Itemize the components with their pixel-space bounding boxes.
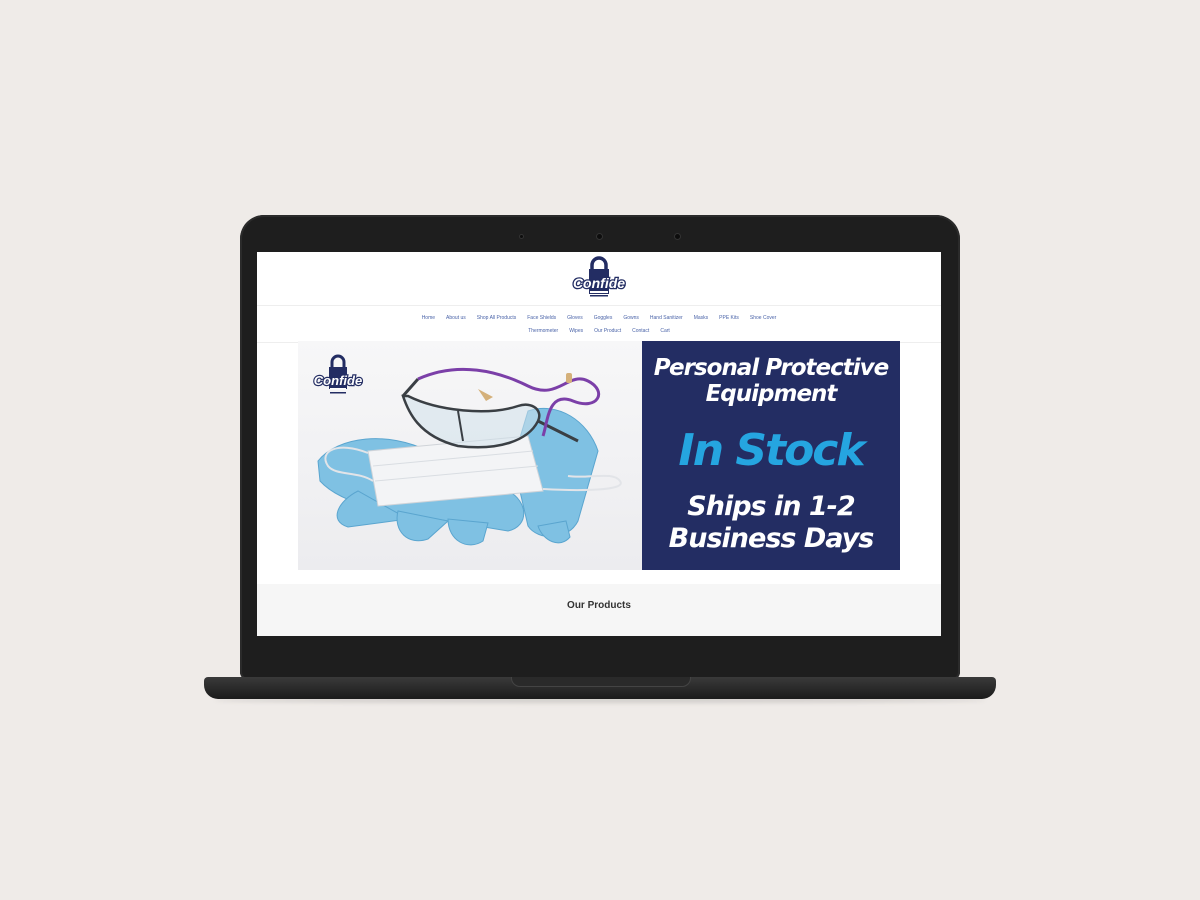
nav-ppe-kits[interactable]: PPE Kits <box>719 315 739 321</box>
hero-headline-in-stock: In Stock <box>678 425 865 476</box>
hero-banner[interactable]: Confide Personal Protective Equipment In… <box>298 341 900 570</box>
sensor-dot <box>675 234 680 239</box>
ppe-illustration: Confide <box>313 354 622 546</box>
sensor-dot <box>520 235 523 238</box>
nav-thermometer[interactable]: Thermometer <box>528 328 558 334</box>
browser-viewport[interactable]: Confide Home About us Shop All Products … <box>257 252 941 636</box>
nav-face-shields[interactable]: Face Shields <box>527 315 556 321</box>
ppe-product-photo: Confide <box>298 341 642 570</box>
main-nav: Home About us Shop All Products Face Shi… <box>257 306 941 343</box>
nav-home[interactable]: Home <box>422 315 435 321</box>
nav-shoe-cover[interactable]: Shoe Cover <box>750 315 776 321</box>
products-section: Our Products <box>257 584 941 636</box>
site-header: Confide <box>257 252 941 306</box>
nav-gloves[interactable]: Gloves <box>567 315 583 321</box>
nav-contact[interactable]: Contact <box>632 328 649 334</box>
nav-goggles[interactable]: Goggles <box>594 315 613 321</box>
laptop-base <box>204 677 996 699</box>
nav-wipes[interactable]: Wipes <box>569 328 583 334</box>
webcam-icon <box>597 234 602 239</box>
nav-row-primary: Home About us Shop All Products Face Shi… <box>422 315 777 321</box>
hero-text-panel: Personal Protective Equipment In Stock S… <box>642 341 900 570</box>
nav-our-product[interactable]: Our Product <box>594 328 621 334</box>
confide-logo-icon: Confide <box>572 256 627 297</box>
products-title: Our Products <box>567 600 631 611</box>
photo-confide-logo-icon: Confide <box>313 354 363 394</box>
nav-about-us[interactable]: About us <box>446 315 466 321</box>
svg-text:Confide: Confide <box>573 275 625 291</box>
hero-headline-ppe: Personal Protective Equipment <box>653 355 889 407</box>
nav-row-secondary: Thermometer Wipes Our Product Contact Ca… <box>528 328 670 334</box>
nav-hand-sanitizer[interactable]: Hand Sanitizer <box>650 315 683 321</box>
nav-gowns[interactable]: Gowns <box>623 315 639 321</box>
laptop-notch <box>511 677 691 687</box>
nav-shop-all-products[interactable]: Shop All Products <box>477 315 516 321</box>
hero-headline-shipping: Ships in 1-2 Business Days <box>668 491 875 554</box>
nav-masks[interactable]: Masks <box>694 315 708 321</box>
logo-link[interactable]: Confide <box>563 254 635 303</box>
svg-text:Confide: Confide <box>314 373 362 388</box>
nav-cart[interactable]: Cart <box>660 328 669 334</box>
